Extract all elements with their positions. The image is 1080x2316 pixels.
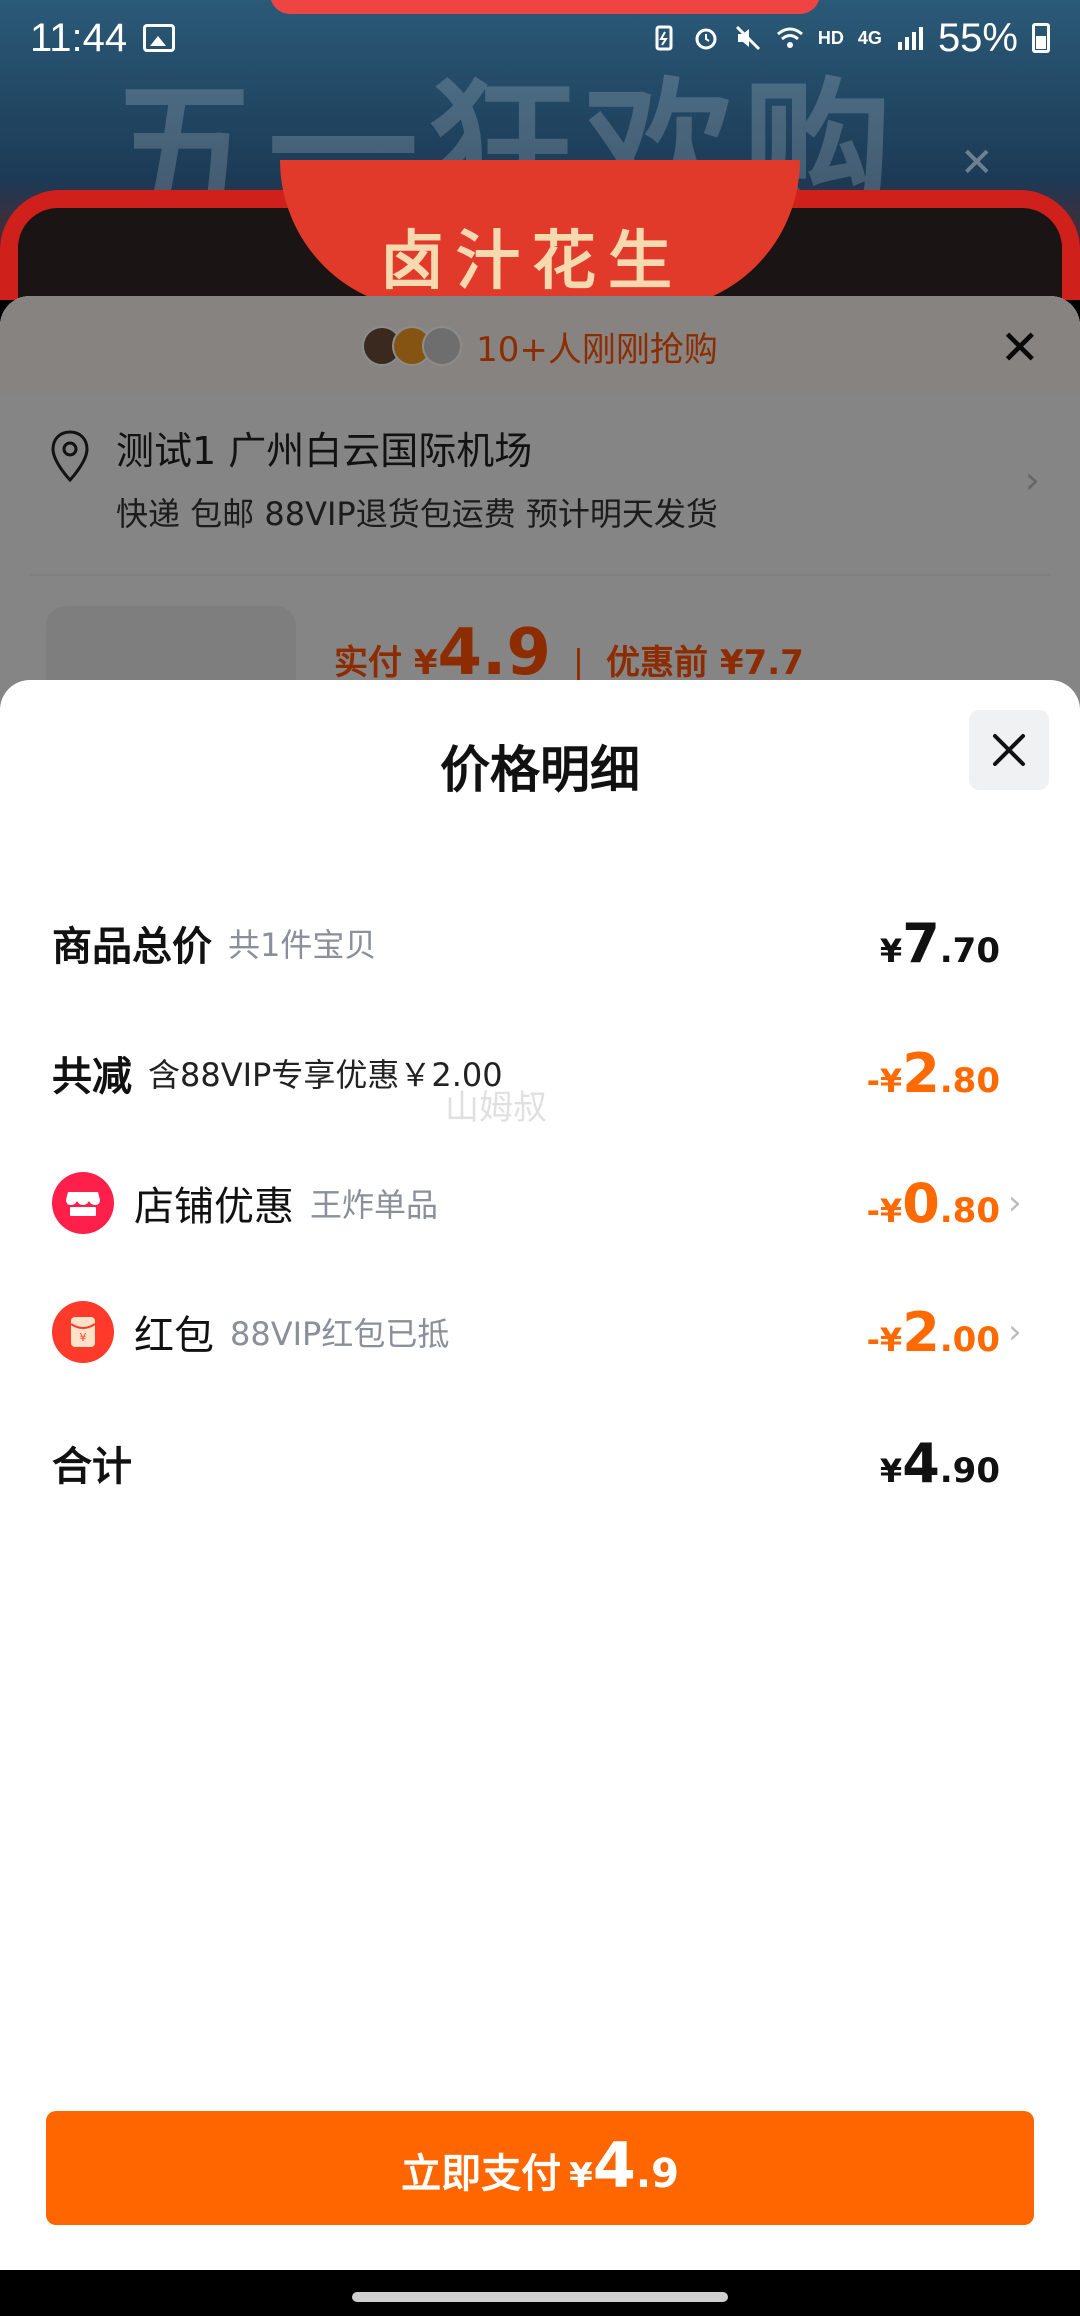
- currency-symbol: ¥: [879, 931, 903, 970]
- goods-count: 共1件宝贝: [228, 926, 377, 964]
- total-discount-amount: -¥ 2.80: [867, 1042, 1000, 1105]
- shop-discount-amount: -¥ 0.80: [867, 1172, 1000, 1235]
- alarm-icon: [695, 28, 717, 50]
- amount-integer: 2: [902, 1300, 940, 1364]
- battery-percent: 55%: [937, 15, 1018, 60]
- price-detail-sheet: 价格明细 商品总价 共1件宝贝 ¥7.70 共减 含88VIP专享优惠￥2.00…: [0, 680, 1080, 2270]
- watermark: 山姆叔: [445, 1088, 547, 1128]
- close-icon: [993, 734, 1025, 766]
- currency-symbol: -¥: [866, 1320, 903, 1359]
- banner-oval-text: 卤汁花生: [380, 224, 684, 299]
- amount-integer: 4: [902, 1431, 940, 1495]
- sheet-title: 价格明细: [440, 741, 640, 799]
- pay-button-decimal: .9: [635, 2151, 679, 2197]
- chevron-right-icon: ›: [1008, 1312, 1022, 1352]
- goods-total-row: 商品总价 共1件宝贝 ¥7.70: [52, 903, 1028, 983]
- hd-label: HD: [817, 27, 844, 48]
- amount-decimal: .70: [939, 930, 1000, 971]
- home-handle[interactable]: [352, 2292, 728, 2302]
- wifi-icon: [776, 27, 803, 48]
- red-packet-amount: -¥ 2.00: [867, 1301, 1000, 1364]
- image-notification-icon: [143, 24, 176, 52]
- goods-total-amount: ¥7.70: [880, 912, 1000, 975]
- amount-integer: 7: [902, 911, 940, 975]
- currency-symbol: -¥: [866, 1061, 903, 1100]
- currency-symbol: ¥: [879, 1451, 903, 1490]
- system-nav-bar: [0, 2270, 1080, 2316]
- pay-button-label: 立即支付: [401, 2151, 562, 2197]
- amount-integer: 2: [902, 1041, 940, 1105]
- red-packet-label: 红包: [134, 1313, 214, 1359]
- amount-decimal: .00: [939, 1319, 1000, 1360]
- total-discount-label: 共减: [52, 1054, 132, 1100]
- amount-decimal: .80: [939, 1190, 1000, 1231]
- battery-icon: [1032, 23, 1050, 53]
- status-icons: HD 4G 55%: [650, 16, 1050, 61]
- pay-button-integer: 4: [592, 2129, 636, 2202]
- amount-integer: 0: [902, 1171, 940, 1235]
- status-bar: 11:44 HD 4G 55%: [0, 0, 1080, 76]
- status-time: 11:44: [30, 15, 128, 60]
- close-button[interactable]: [969, 710, 1049, 790]
- network-label: 4G: [857, 27, 882, 48]
- svg-text:¥: ¥: [80, 1331, 87, 1344]
- banner-close-icon: ✕: [960, 140, 994, 186]
- shop-discount-label: 店铺优惠: [134, 1184, 294, 1230]
- red-packet-note: 88VIP红包已抵: [230, 1315, 450, 1353]
- goods-total-label: 商品总价: [52, 924, 212, 970]
- total-label: 合计: [52, 1444, 132, 1490]
- shop-discount-row[interactable]: 店铺优惠 王炸单品 -¥ 0.80 ›: [52, 1163, 1028, 1243]
- signal-icon: [897, 27, 923, 50]
- total-amount: ¥4.90: [880, 1432, 1000, 1495]
- total-row: 合计 ¥4.90: [52, 1423, 1028, 1503]
- battery-saver-icon: [655, 25, 673, 51]
- pay-button-currency: ¥: [569, 2156, 593, 2196]
- amount-decimal: .80: [939, 1060, 1000, 1101]
- red-packet-icon: ¥: [52, 1301, 114, 1363]
- mute-icon: [735, 25, 760, 51]
- currency-symbol: -¥: [866, 1191, 903, 1230]
- pay-now-button[interactable]: 立即支付 ¥4.9: [46, 2111, 1034, 2225]
- red-packet-row[interactable]: ¥ 红包 88VIP红包已抵 -¥ 2.00 ›: [52, 1292, 1028, 1372]
- chevron-right-icon: ›: [1008, 1183, 1022, 1223]
- amount-decimal: .90: [939, 1450, 1000, 1491]
- shop-discount-note: 王炸单品: [310, 1186, 439, 1224]
- shop-icon: [52, 1172, 114, 1234]
